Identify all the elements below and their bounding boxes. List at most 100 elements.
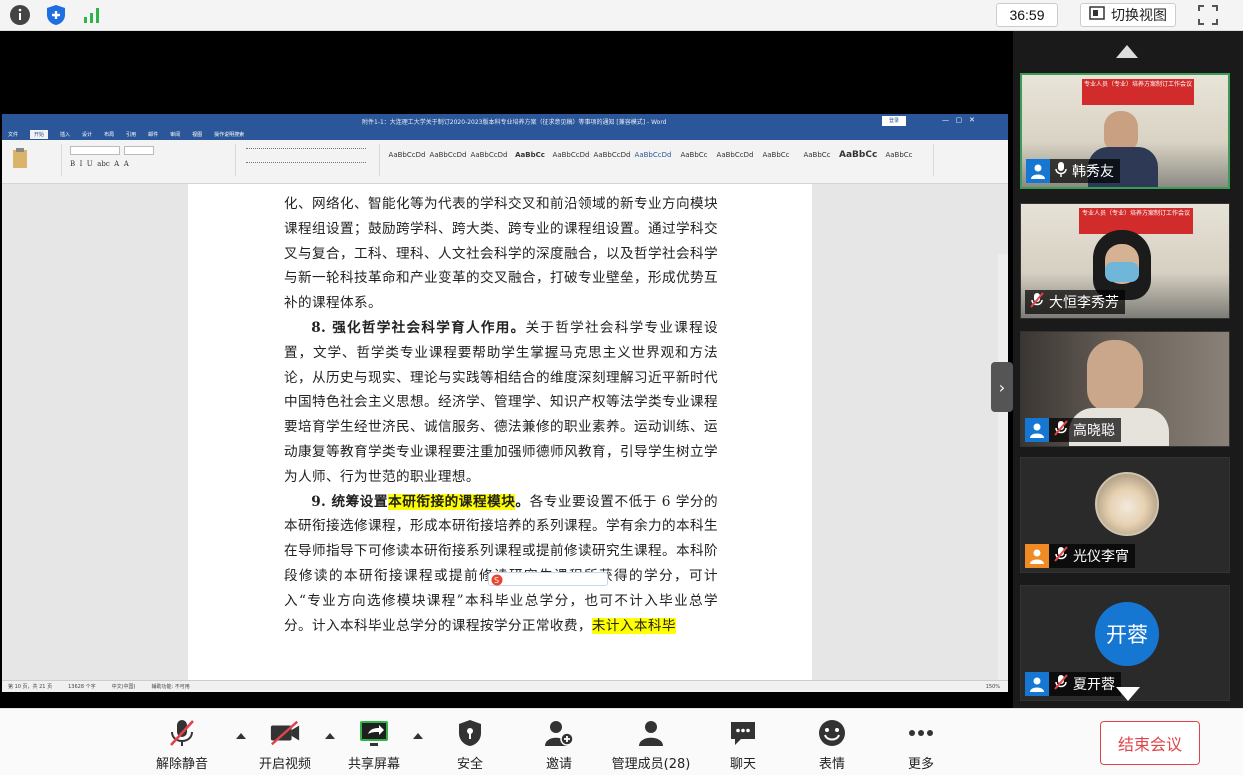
participant-tile-2[interactable]: 专业人员（专业）培养方案制订工作会议 大恒李秀芳 (1020, 203, 1230, 319)
emoji-label: 表情 (818, 757, 845, 772)
style-item[interactable]: AaBbCcDd (388, 150, 426, 172)
manage-members-button[interactable]: 管理成员(28) (611, 717, 691, 772)
switch-view-label: 切换视图 (1111, 8, 1167, 24)
fullscreen-icon[interactable] (1196, 3, 1222, 27)
font-group[interactable]: B I U abc A A (66, 144, 236, 176)
svg-text:S: S (494, 576, 499, 585)
mic-muted-icon (1053, 420, 1069, 440)
participant-tile-3[interactable]: 高晓聪 (1020, 331, 1230, 447)
word-title-bar: 附件1-1：大连理工大学关于制订2020-2023版本科专业培养方案（征求意见稿… (2, 114, 1008, 128)
participant-tile-5[interactable]: 开蓉 夏开蓉 (1020, 585, 1230, 701)
unmute-button[interactable]: 解除静音 (142, 717, 222, 772)
tab-file[interactable]: 文件 (8, 131, 18, 138)
document-scrollbar[interactable] (998, 254, 1008, 692)
tab-design[interactable]: 设计 (82, 131, 92, 138)
unmute-label: 解除静音 (155, 757, 208, 772)
paragraph-9-heading-a: 9. 统筹设置 (311, 493, 389, 510)
more-dots-icon (905, 717, 937, 749)
manage-members-label: 管理成员(28) (611, 757, 691, 772)
participant-name-tag: 高晓聪 (1025, 418, 1121, 442)
style-item[interactable]: AaBbCcDd (552, 150, 590, 172)
tab-references[interactable]: 引用 (126, 131, 136, 138)
style-item[interactable]: AaBbCc (880, 150, 918, 172)
style-item[interactable]: AaBbCc (757, 150, 795, 172)
paragraph-7-tail: 化、网络化、智能化等为代表的学科交叉和前沿领域的新专业方向模块课程组设置；鼓励跨… (284, 196, 718, 312)
style-item[interactable]: AaBbCcDd (470, 150, 508, 172)
tab-view[interactable]: 视图 (192, 131, 202, 138)
next-page-arrow[interactable]: › (991, 362, 1013, 412)
word-window-controls[interactable]: — ▢ ✕ (942, 116, 975, 124)
user-icon (1025, 544, 1049, 568)
info-icon[interactable] (8, 3, 32, 27)
word-ribbon: B I U abc A A AaBbCcDd AaBbCcDd AaBbCcDd… (2, 140, 1008, 184)
mic-muted-icon (1025, 292, 1045, 312)
meeting-timer: 36:59 (996, 3, 1058, 27)
paragraph-9-heading-highlight: 本研衔接的课程模块 (388, 493, 516, 510)
styles-group[interactable]: AaBbCcDd AaBbCcDd AaBbCcDd AaBbCc AaBbCc… (384, 144, 934, 176)
grid-view-icon (1089, 5, 1105, 25)
participant-name-tag: 韩秀友 (1026, 159, 1120, 183)
mic-muted-icon (1053, 674, 1069, 694)
shield-icon (454, 717, 486, 749)
tab-home[interactable]: 开始 (30, 129, 49, 139)
share-options-caret-icon[interactable] (413, 733, 423, 739)
participant-name: 夏开蓉 (1073, 677, 1115, 693)
security-shield-icon[interactable] (44, 3, 68, 27)
tab-mailings[interactable]: 邮件 (148, 131, 158, 138)
top-bar: 36:59 切换视图 (0, 0, 1243, 31)
style-item[interactable]: AaBbCc (675, 150, 713, 172)
mic-on-icon (1054, 161, 1068, 181)
smiley-icon (816, 717, 848, 749)
start-video-button[interactable]: 开启视频 (245, 717, 325, 772)
add-user-icon (543, 717, 575, 749)
video-off-icon (269, 717, 301, 749)
tab-search[interactable]: 操作说明搜索 (214, 131, 244, 138)
tab-review[interactable]: 审阅 (170, 131, 180, 138)
style-item[interactable]: AaBbCc (839, 150, 877, 172)
editing-group[interactable] (938, 144, 998, 176)
invite-button[interactable]: 邀请 (519, 717, 599, 772)
participant-name: 大恒李秀芳 (1049, 295, 1119, 311)
scroll-up-arrow-icon[interactable] (1116, 45, 1138, 58)
style-item[interactable]: AaBbCcDd (593, 150, 631, 172)
paragraph-8-heading: 8. 强化哲学社会科学育人作用。 (311, 319, 526, 336)
participant-tile-1[interactable]: 专业人员（专业）培养方案制订工作会议 韩秀友 (1020, 73, 1230, 189)
switch-view-button[interactable]: 切换视图 (1080, 3, 1176, 27)
mic-muted-icon (1053, 546, 1069, 566)
security-button[interactable]: 安全 (430, 717, 510, 772)
word-login-button[interactable]: 登录 (882, 116, 906, 126)
style-item[interactable]: AaBbCc (798, 150, 836, 172)
word-status-bar: 第 10 页，共 21 页 13628 个字 中文(中国) 辅助功能: 不可用 … (2, 680, 1008, 692)
user-icon (1025, 672, 1049, 696)
ime-toolbar[interactable]: S (488, 572, 608, 586)
scroll-down-arrow-icon[interactable] (1116, 687, 1140, 701)
chat-button[interactable]: 聊天 (703, 717, 783, 772)
word-tabs: 文件 开始 插入 设计 布局 引用 邮件 审阅 视图 操作说明搜索 (2, 128, 1008, 140)
tab-layout[interactable]: 布局 (104, 131, 114, 138)
style-item[interactable]: AaBbCcDd (429, 150, 467, 172)
network-signal-icon[interactable] (80, 3, 104, 27)
paragraph-8-body: 关于哲学社会科学专业课程设置，文学、哲学类专业课程要帮助学生掌握马克思主义世界观… (284, 319, 718, 485)
mic-muted-icon (166, 717, 198, 749)
style-item[interactable]: AaBbCc (511, 150, 549, 172)
status-words: 13628 个字 (68, 684, 96, 690)
clipboard-group[interactable] (6, 144, 62, 176)
participant-tile-4[interactable]: 光仪李宵 (1020, 457, 1230, 573)
status-zoom[interactable]: 150% (986, 684, 1000, 690)
emoji-button[interactable]: 表情 (792, 717, 872, 772)
document-page[interactable]: 化、网络化、智能化等为代表的学科交叉和前沿领域的新专业方向模块课程组设置；鼓励跨… (188, 184, 812, 680)
participant-name: 高晓聪 (1073, 423, 1115, 439)
end-meeting-button[interactable]: 结束会议 (1100, 721, 1200, 765)
more-button[interactable]: 更多 (881, 717, 961, 772)
style-item[interactable]: AaBbCcDd (716, 150, 754, 172)
paragraph-group[interactable] (240, 144, 380, 176)
participant-face (1087, 340, 1143, 412)
style-item[interactable]: AaBbCcDd (634, 150, 672, 172)
tab-insert[interactable]: 插入 (60, 131, 70, 138)
participant-name: 韩秀友 (1072, 164, 1114, 180)
paragraph-8: 8. 强化哲学社会科学育人作用。关于哲学社会科学专业课程设置，文学、哲学类专业课… (284, 316, 718, 490)
document-area[interactable]: 化、网络化、智能化等为代表的学科交叉和前沿领域的新专业方向模块课程组设置；鼓励跨… (2, 184, 1008, 692)
share-screen-label: 共享屏幕 (347, 757, 400, 772)
share-screen-button[interactable]: 共享屏幕 (334, 717, 414, 772)
meeting-toolbar: 解除静音 开启视频 共享屏幕 安全 邀请 管理成员(28) 聊天 表情 更多 结… (0, 708, 1243, 775)
